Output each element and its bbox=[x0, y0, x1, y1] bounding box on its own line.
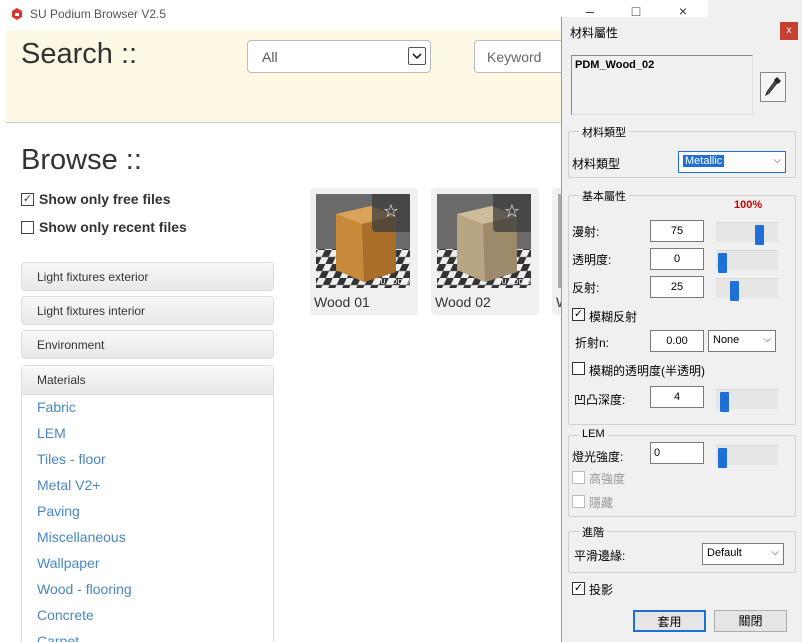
percent-indicator: 100% bbox=[734, 199, 763, 211]
apply-button[interactable]: 套用 bbox=[633, 610, 706, 632]
thumbnail-watermark: SU PODIUM bbox=[497, 278, 531, 286]
high-intensity-label: 高強度 bbox=[589, 472, 626, 486]
chevron-down-icon: ⌵ bbox=[773, 155, 781, 166]
chevron-down-icon[interactable] bbox=[408, 47, 426, 65]
blur-transparency-label: 模糊的透明度(半透明) bbox=[589, 364, 705, 378]
blur-reflection-checkbox[interactable]: ✓ bbox=[572, 308, 585, 321]
browser-title: SU Podium Browser V2.5 bbox=[30, 7, 167, 21]
diffuse-slider[interactable] bbox=[716, 222, 778, 245]
light-intensity-label: 燈光強度: bbox=[572, 450, 624, 464]
material-link-fabric[interactable]: Fabric bbox=[22, 395, 273, 421]
light-intensity-slider-thumb[interactable] bbox=[718, 448, 727, 468]
thumbnail-name: Wood 01 bbox=[314, 294, 370, 310]
basic-properties-group-label: 基本屬性 bbox=[579, 188, 629, 204]
material-link-lem[interactable]: LEM bbox=[22, 421, 273, 447]
transparency-input[interactable]: 0 bbox=[650, 248, 704, 270]
dialog-title: 材料屬性 bbox=[570, 26, 619, 40]
material-link-wallpaper[interactable]: Wallpaper bbox=[22, 551, 273, 577]
free-files-checkbox[interactable]: ✓ bbox=[21, 192, 34, 206]
filter-select-value: All bbox=[262, 49, 278, 65]
shadow-checkbox[interactable]: ✓ bbox=[572, 582, 585, 595]
material-link-concrete[interactable]: Concrete bbox=[22, 603, 273, 629]
high-intensity-checkbox[interactable] bbox=[572, 471, 585, 484]
transparency-label: 透明度: bbox=[572, 253, 612, 267]
chevron-down-icon: ⌵ bbox=[771, 547, 779, 558]
material-link-paving[interactable]: Paving bbox=[22, 499, 273, 525]
material-thumbnail[interactable]: SU PODIUM ☆ Wood 02 bbox=[431, 188, 539, 315]
hidden-label: 隱藏 bbox=[589, 496, 614, 510]
search-heading: Search :: bbox=[21, 38, 138, 70]
thumbnail-image: SU PODIUM ☆ bbox=[437, 194, 531, 288]
blur-reflection-label: 模糊反射 bbox=[589, 310, 638, 324]
diffuse-label: 漫射: bbox=[572, 225, 600, 239]
smooth-edges-select[interactable]: Default ⌵ bbox=[702, 543, 784, 565]
close-dialog-button[interactable]: 關閉 bbox=[714, 610, 787, 632]
diffuse-slider-thumb[interactable] bbox=[754, 225, 764, 245]
sketchup-logo-icon bbox=[12, 8, 22, 20]
recent-files-label: Show only recent files bbox=[39, 219, 187, 235]
eyedropper-button[interactable] bbox=[760, 72, 786, 102]
free-files-label: Show only free files bbox=[39, 191, 171, 207]
hidden-checkbox[interactable] bbox=[572, 495, 585, 508]
diffuse-input[interactable]: 75 bbox=[650, 220, 704, 242]
smooth-edges-label: 平滑邊緣: bbox=[574, 549, 626, 563]
shadow-label: 投影 bbox=[589, 583, 614, 597]
light-intensity-slider[interactable] bbox=[716, 445, 778, 468]
recent-files-checkbox[interactable] bbox=[21, 220, 34, 234]
category-light-fixtures-exterior[interactable]: Light fixtures exterior bbox=[21, 262, 274, 291]
bump-depth-slider[interactable] bbox=[716, 389, 778, 412]
recent-files-toggle[interactable]: Show only recent files bbox=[21, 219, 187, 235]
chevron-down-icon: ⌵ bbox=[763, 334, 771, 345]
materials-panel: Materials Fabric LEM Tiles - floor Metal… bbox=[21, 365, 274, 642]
light-intensity-input[interactable]: 0 bbox=[650, 442, 704, 464]
thumbnail-image: SU PODIUM ☆ bbox=[316, 194, 410, 288]
smooth-edges-value: Default bbox=[707, 547, 742, 559]
category-light-fixtures-interior[interactable]: Light fixtures interior bbox=[21, 296, 274, 325]
dialog-close-icon[interactable]: x bbox=[780, 22, 798, 40]
thumbnail-name: Wood 02 bbox=[435, 294, 491, 310]
material-name-field[interactable]: PDM_Wood_02 bbox=[571, 55, 753, 115]
reflection-slider[interactable] bbox=[716, 278, 778, 301]
keyword-input[interactable] bbox=[487, 49, 567, 65]
material-thumbnail[interactable]: SU PODIUM ☆ Wood 01 bbox=[310, 188, 418, 315]
favorite-star-icon[interactable]: ☆ bbox=[493, 194, 531, 232]
material-properties-dialog: 材料屬性 x PDM_Wood_02 材料類型 材料類型 Metallic ⌵ … bbox=[561, 17, 802, 642]
reflection-slider-thumb[interactable] bbox=[730, 281, 740, 301]
material-link-wood-flooring[interactable]: Wood - flooring bbox=[22, 577, 273, 603]
category-environment[interactable]: Environment bbox=[21, 330, 274, 359]
material-link-tiles-floor[interactable]: Tiles - floor bbox=[22, 447, 273, 473]
bump-depth-label: 凹凸深度: bbox=[574, 393, 626, 407]
transparency-slider-thumb[interactable] bbox=[718, 253, 727, 273]
material-link-metal[interactable]: Metal V2+ bbox=[22, 473, 273, 499]
advanced-group-label: 進階 bbox=[579, 524, 607, 540]
refraction-select-value: None bbox=[713, 334, 740, 346]
reflection-input[interactable]: 25 bbox=[650, 276, 704, 298]
material-type-label: 材料類型 bbox=[572, 157, 621, 171]
materials-header[interactable]: Materials bbox=[22, 366, 273, 395]
transparency-slider[interactable] bbox=[716, 250, 778, 273]
material-type-select[interactable]: Metallic ⌵ bbox=[678, 151, 786, 173]
thumbnail-watermark: SU PODIUM bbox=[376, 278, 410, 286]
refraction-input[interactable]: 0.00 bbox=[650, 330, 704, 352]
material-type-value: Metallic bbox=[683, 155, 725, 167]
free-files-toggle[interactable]: ✓ Show only free files bbox=[21, 191, 170, 207]
reflection-label: 反射: bbox=[572, 281, 600, 295]
material-type-group-label: 材料類型 bbox=[579, 124, 629, 140]
refraction-select[interactable]: None ⌵ bbox=[708, 330, 776, 352]
blur-transparency-checkbox[interactable] bbox=[572, 362, 585, 375]
material-link-carpet[interactable]: Carpet bbox=[22, 629, 273, 642]
refraction-label: 折射n: bbox=[575, 336, 610, 350]
filter-select[interactable]: All bbox=[247, 40, 431, 73]
material-link-miscellaneous[interactable]: Miscellaneous bbox=[22, 525, 273, 551]
bump-depth-input[interactable]: 4 bbox=[650, 386, 704, 408]
eyedropper-icon bbox=[765, 77, 781, 97]
browse-heading: Browse :: bbox=[21, 144, 142, 176]
lem-group-label: LEM bbox=[579, 428, 608, 440]
bump-depth-slider-thumb[interactable] bbox=[719, 392, 729, 412]
materials-list: Fabric LEM Tiles - floor Metal V2+ Pavin… bbox=[22, 395, 273, 642]
favorite-star-icon[interactable]: ☆ bbox=[372, 194, 410, 232]
